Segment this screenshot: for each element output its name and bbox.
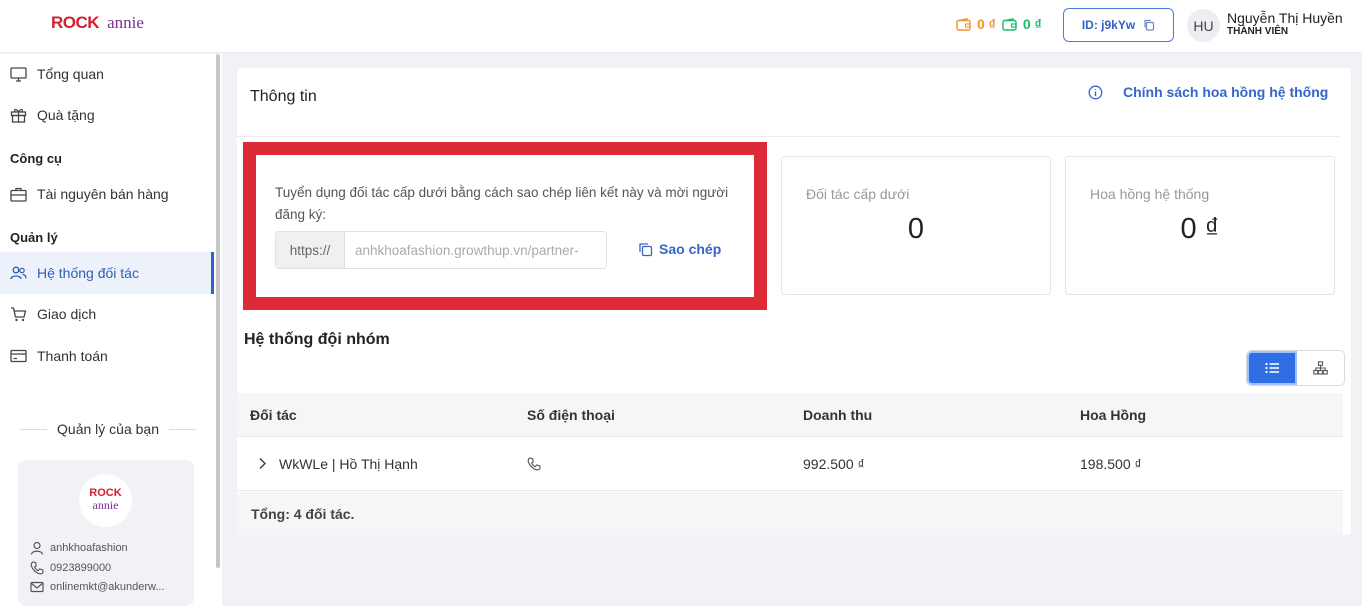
sidebar-item-payment[interactable]: Thanh toán [0,335,214,377]
sidebar-item-label: Tài nguyên bán hàng [37,186,169,202]
user-id-copy-button[interactable]: ID: j9kYw [1063,8,1174,42]
phone-icon [527,456,541,471]
list-icon [1264,362,1280,374]
stat-label: Hoa hồng hệ thống [1090,186,1210,202]
sidebar-item-label: Tổng quan [37,66,104,82]
manager-phone: 0923899000 [30,561,111,575]
manager-section-title: Quản lý của bạn [20,421,196,437]
manager-username: anhkhoafashion [30,541,128,555]
view-toggle [1246,350,1345,386]
user-id-text: ID: j9kYw [1081,18,1136,32]
column-header-commission[interactable]: Hoa Hồng [1080,393,1146,436]
table-footer-total: Tổng: 4 đối tác. [237,492,1343,535]
stat-card-commission: Hoa hồng hệ thống 0 ₫ [1065,156,1335,295]
sidebar-item-transactions[interactable]: Giao dịch [0,293,214,335]
manager-logo-annie: annie [92,498,119,513]
phone-cell [527,437,545,490]
sidebar-section-management: Quản lý [10,230,58,245]
revenue-cell: 992.500 ₫ [803,455,865,472]
sidebar-item-label: Thanh toán [37,348,108,364]
hierarchy-icon [1313,361,1328,375]
copy-link-button[interactable]: Sao chép [638,241,721,257]
user-icon [30,541,44,555]
gift-icon [10,107,27,123]
partner-name: WkWLe | Hồ Thị Hạnh [279,455,418,472]
info-icon [1088,85,1103,100]
table-header: Đối tác Số điện thoại Doanh thu Hoa Hồng [237,393,1343,437]
sidebar-item-label: Giao dịch [37,306,97,322]
brand-logo[interactable]: ROCK annie [51,14,144,31]
divider [168,428,196,430]
manager-phone-text: 0923899000 [50,562,112,574]
link-prefix: https:// [276,232,345,268]
referral-link-field: https:// [275,231,607,269]
copy-icon [638,242,653,257]
commission-cell: 198.500 ₫ [1080,455,1142,472]
manager-email: onlinemkt@akunderw... [30,581,165,593]
manager-username-text: anhkhoafashion [50,542,128,554]
manager-email-text: onlinemkt@akunderw... [50,581,165,593]
sidebar-item-sales-resources[interactable]: Tài nguyên bán hàng [0,173,214,215]
monitor-icon [10,66,27,82]
manager-card: ROCK annie anhkhoafashion 0923899000 onl… [18,460,194,606]
wallet-balances: 0 ₫ 0 ₫ [956,16,1042,32]
referral-link-input[interactable] [345,232,606,268]
commission-policy-link[interactable]: Chính sách hoa hồng hệ thống [1088,84,1328,100]
stat-label: Đối tác cấp dưới [806,186,910,202]
team-section-title: Hệ thống đội nhóm [244,331,390,348]
cart-icon [10,306,27,322]
mail-icon [30,581,44,593]
briefcase-icon [10,187,27,202]
users-icon [10,266,27,280]
highlight-frame [243,142,767,310]
manager-title-text: Quản lý của bạn [57,421,159,437]
sidebar-item-gifts[interactable]: Quà tặng [0,94,214,136]
list-view-button[interactable] [1247,351,1297,385]
divider [20,428,48,430]
copy-label: Sao chép [659,241,722,257]
avatar[interactable]: HU [1187,9,1220,42]
sidebar-item-label: Quà tặng [37,107,95,123]
manager-logo: ROCK annie [79,474,132,527]
copy-icon [1143,19,1155,31]
table-row[interactable]: WkWLe | Hồ Thị Hạnh 992.500 ₫ 198.500 ₫ [237,437,1343,491]
phone-icon [30,561,44,575]
sidebar-item-partner-system[interactable]: Hệ thống đối tác [0,252,214,294]
page-title: Thông tin [250,88,317,105]
stat-value: 0 [907,213,925,245]
policy-link-text: Chính sách hoa hồng hệ thống [1123,84,1329,100]
sidebar-item-overview[interactable]: Tổng quan [0,53,214,95]
wallet-icon [1002,17,1017,31]
user-role: THÀNH VIÊN [1227,26,1289,37]
logo-rock-text: ROCK [51,13,100,32]
sidebar-scrollbar[interactable] [216,54,220,568]
sidebar-section-tools: Công cụ [10,151,62,166]
column-header-partner[interactable]: Đối tác [250,393,297,436]
chevron-right-icon[interactable] [258,457,267,470]
sidebar-item-label: Hệ thống đối tác [37,265,139,281]
wallet-2[interactable]: 0 ₫ [1002,16,1042,32]
payment-icon [10,349,27,363]
wallet-1[interactable]: 0 ₫ [956,16,996,32]
recruit-instructions: Tuyển dụng đối tác cấp dưới bằng cách sa… [275,185,729,222]
user-name[interactable]: Nguyễn Thị Huyền [1227,10,1343,26]
divider [237,136,1339,137]
top-header: ROCK annie 0 ₫ 0 ₫ ID: j9kYw HU Nguyễn T… [0,0,1362,53]
column-header-revenue[interactable]: Doanh thu [803,393,872,436]
wallet-1-value: 0 ₫ [977,16,996,32]
tree-view-button[interactable] [1297,351,1344,385]
wallet-icon [956,17,971,31]
wallet-2-value: 0 ₫ [1022,16,1042,32]
stat-card-subpartners: Đối tác cấp dưới 0 [781,156,1051,295]
logo-annie-text: annie [107,13,144,32]
stat-value: 0 ₫ [1180,213,1220,245]
partner-cell: WkWLe | Hồ Thị Hạnh [258,437,418,490]
column-header-phone[interactable]: Số điện thoại [527,393,615,436]
